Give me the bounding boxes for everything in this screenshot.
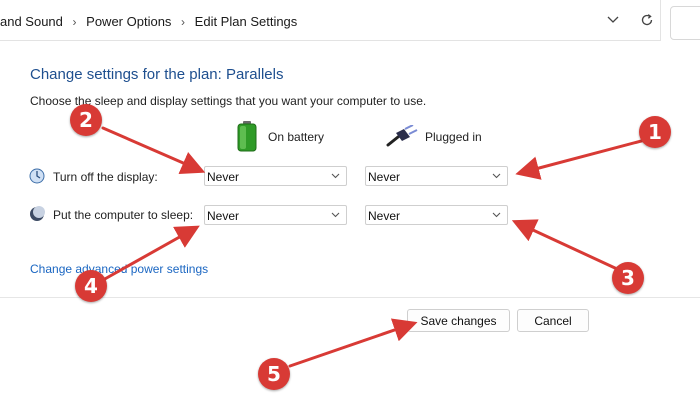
annotation-badge-4: 4 [75, 270, 107, 302]
arrow-2 [101, 126, 206, 175]
arrow-5 [288, 318, 418, 368]
arrow-3 [511, 219, 617, 270]
arrow-1 [515, 138, 647, 180]
annotation-badge-1: 1 [639, 116, 671, 148]
annotation-arrows [101, 126, 647, 368]
annotation-badge-5: 5 [258, 358, 290, 390]
arrow-4 [101, 225, 200, 282]
annotation-badge-2: 2 [70, 104, 102, 136]
annotation-badge-3: 3 [612, 262, 644, 294]
